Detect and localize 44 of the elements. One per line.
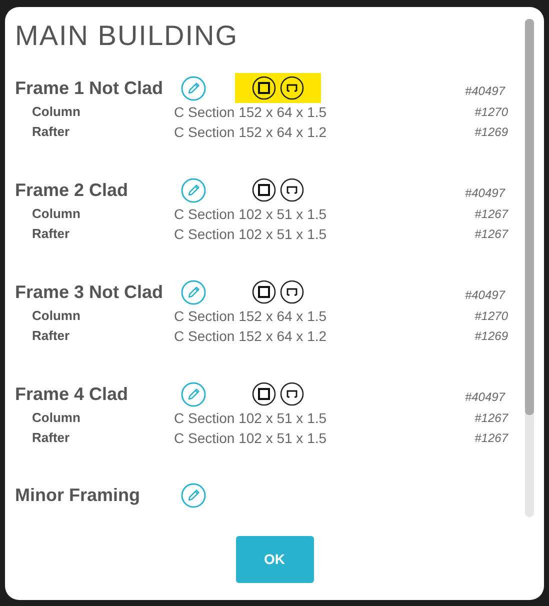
member-id: #1267 (474, 430, 508, 447)
square-section-icon[interactable] (252, 382, 276, 406)
square-section-icon[interactable] (252, 280, 276, 304)
member-section: C Section 152 x 64 x 1.5 (174, 102, 327, 122)
member-role: Rafter (32, 123, 71, 142)
member-id: #1269 (474, 124, 508, 141)
member-section: C Section 102 x 51 x 1.5 (174, 224, 327, 244)
channel-section-icon[interactable] (280, 178, 304, 202)
frame-title: Frame 1 Not Clad (15, 76, 164, 100)
frame-title: Frame 3 Not Clad (15, 280, 164, 304)
ok-button[interactable]: OK (236, 536, 314, 583)
member-role: Rafter (32, 327, 71, 346)
scrollbar[interactable] (525, 19, 534, 517)
member-id: #1269 (474, 328, 508, 345)
member-role: Rafter (32, 429, 71, 448)
member-id: #1270 (474, 104, 508, 121)
frame-title: Minor Framing (15, 484, 141, 507)
member-id: #1267 (474, 410, 508, 427)
member-section: C Section 102 x 51 x 1.5 (174, 428, 327, 448)
member-id: #1270 (474, 308, 508, 325)
frame-title: Frame 4 Clad (15, 382, 130, 406)
square-section-icon[interactable] (252, 76, 276, 100)
member-section: C Section 152 x 64 x 1.2 (174, 122, 327, 142)
channel-section-icon[interactable] (280, 280, 304, 304)
square-section-icon[interactable] (252, 178, 276, 202)
channel-section-icon[interactable] (280, 382, 304, 406)
dialog-title: MAIN BUILDING (15, 19, 240, 53)
member-role: Column (32, 409, 82, 428)
frame-id: #40497 (464, 185, 505, 202)
member-section: C Section 152 x 64 x 1.5 (174, 306, 327, 326)
member-section: C Section 152 x 64 x 1.2 (174, 326, 327, 346)
channel-section-icon[interactable] (280, 76, 304, 100)
frame-id: #40497 (464, 287, 505, 304)
member-id: #1267 (474, 226, 508, 243)
member-role: Column (32, 307, 82, 326)
member-role: Column (32, 205, 82, 224)
frame-id: #40497 (464, 389, 505, 406)
member-role: Rafter (32, 225, 71, 244)
member-section: C Section 102 x 51 x 1.5 (174, 408, 327, 428)
member-id: #1267 (474, 206, 508, 223)
frame-id: #40497 (464, 83, 505, 100)
member-role: Column (32, 103, 82, 122)
frame-title: Frame 2 Clad (15, 178, 130, 202)
member-section: C Section 102 x 51 x 1.5 (174, 204, 327, 224)
